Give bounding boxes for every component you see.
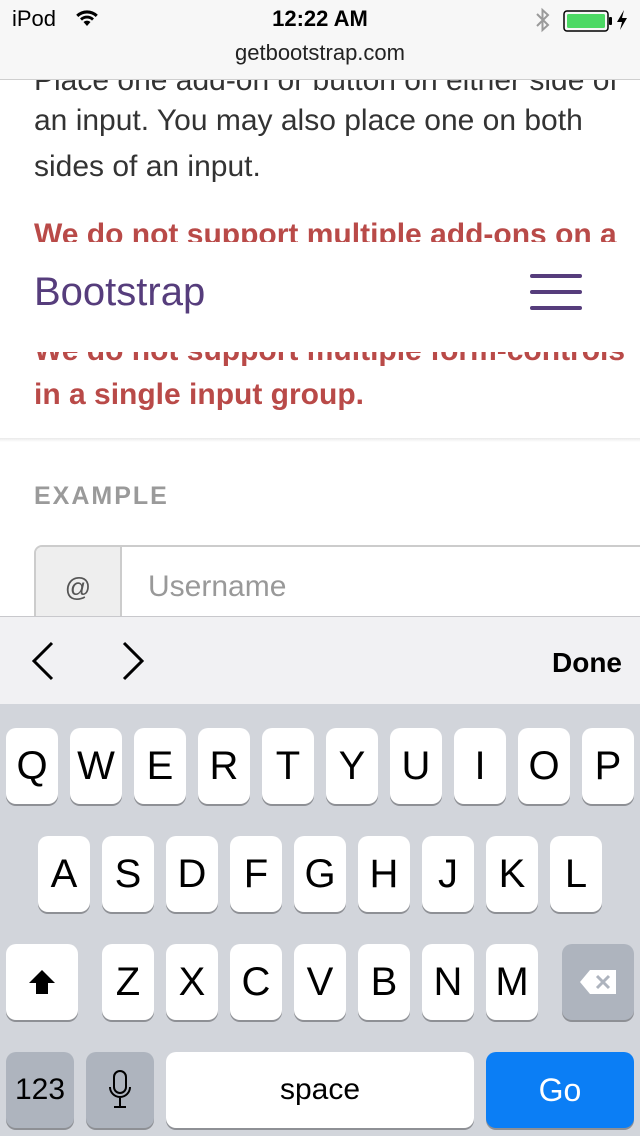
web-content: Place one add-on or button on either sid… (0, 80, 640, 616)
key-g[interactable]: G (294, 836, 346, 912)
key-v[interactable]: V (294, 944, 346, 1020)
paragraph-line: an input. You may also place one on both (34, 104, 583, 137)
shift-icon (29, 970, 55, 994)
key-d[interactable]: D (166, 836, 218, 912)
key-b[interactable]: B (358, 944, 410, 1020)
bluetooth-icon (534, 7, 552, 38)
key-y[interactable]: Y (326, 728, 378, 804)
brand-logo[interactable]: Bootstrap (34, 270, 205, 315)
hamburger-menu-icon[interactable] (530, 274, 582, 320)
key-o[interactable]: O (518, 728, 570, 804)
key-h[interactable]: H (358, 836, 410, 912)
key-l[interactable]: L (550, 836, 602, 912)
address-bar[interactable]: getbootstrap.com (0, 40, 640, 80)
key-r[interactable]: R (198, 728, 250, 804)
url-text[interactable]: getbootstrap.com (0, 40, 640, 66)
delete-key[interactable] (562, 944, 634, 1020)
shift-key[interactable] (6, 944, 78, 1020)
key-x[interactable]: X (166, 944, 218, 1020)
section-divider (0, 438, 640, 442)
example-label: EXAMPLE (34, 482, 169, 510)
keyboard-accessory-bar: Done (0, 616, 640, 704)
numbers-key[interactable]: 123 (6, 1052, 74, 1128)
key-c[interactable]: C (230, 944, 282, 1020)
key-e[interactable]: E (134, 728, 186, 804)
paragraph-line: sides of an input. (34, 150, 261, 183)
key-t[interactable]: T (262, 728, 314, 804)
input-group: @ (34, 545, 640, 616)
charging-bolt-icon (616, 9, 628, 36)
chevron-left-icon[interactable] (28, 639, 58, 688)
key-z[interactable]: Z (102, 944, 154, 1020)
key-n[interactable]: N (422, 944, 474, 1020)
key-q[interactable]: Q (6, 728, 58, 804)
microphone-icon (109, 1070, 131, 1108)
key-u[interactable]: U (390, 728, 442, 804)
dictation-key[interactable] (86, 1052, 154, 1128)
key-a[interactable]: A (38, 836, 90, 912)
key-k[interactable]: K (486, 836, 538, 912)
delete-icon (580, 970, 616, 994)
warning-text: in a single input group. (34, 378, 364, 411)
input-addon: @ (36, 547, 122, 616)
site-navbar: Bootstrap (0, 242, 640, 352)
key-i[interactable]: I (454, 728, 506, 804)
chevron-right-icon[interactable] (118, 639, 148, 688)
key-m[interactable]: M (486, 944, 538, 1020)
space-key[interactable]: space (166, 1052, 474, 1128)
username-input[interactable] (134, 547, 634, 616)
go-key[interactable]: Go (486, 1052, 634, 1128)
key-f[interactable]: F (230, 836, 282, 912)
key-w[interactable]: W (70, 728, 122, 804)
battery-icon (563, 10, 613, 37)
key-j[interactable]: J (422, 836, 474, 912)
status-bar: iPod 12:22 AM (0, 0, 640, 40)
key-s[interactable]: S (102, 836, 154, 912)
keyboard: Q W E R T Y U I O P A S D F G H J K L Z … (0, 704, 640, 1136)
done-button[interactable]: Done (552, 647, 622, 679)
key-p[interactable]: P (582, 728, 634, 804)
